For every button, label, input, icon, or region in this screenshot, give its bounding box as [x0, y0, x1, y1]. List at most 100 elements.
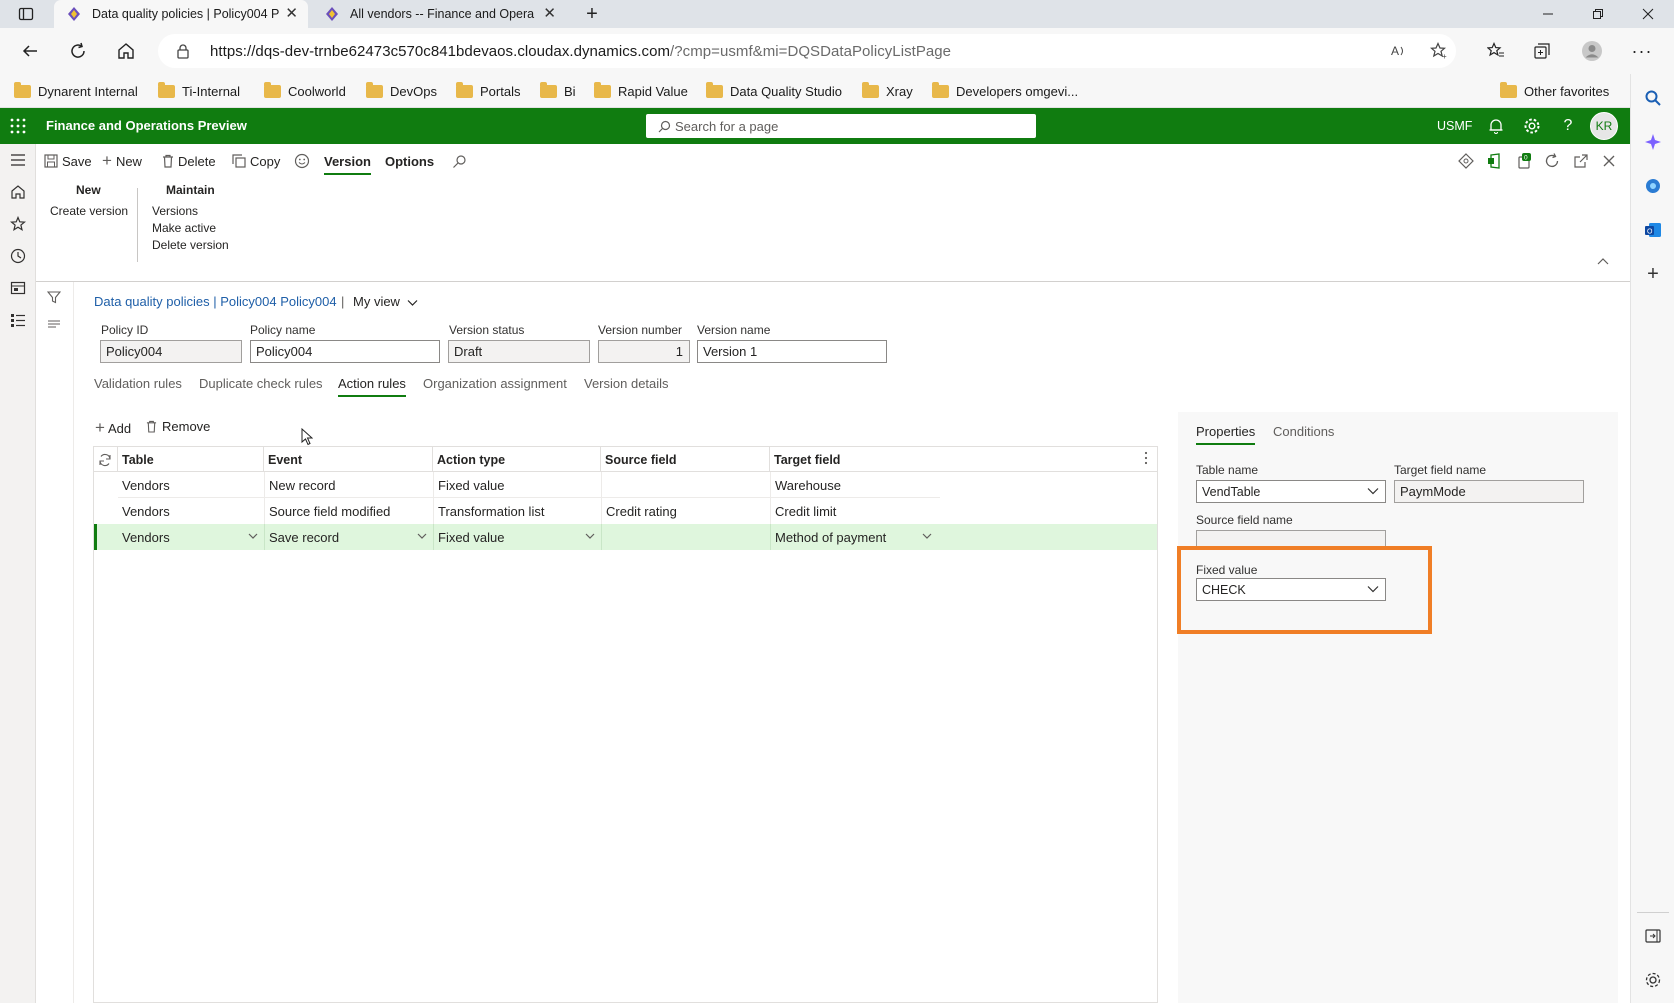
add-button[interactable]: + Add — [95, 418, 131, 438]
column-header-target-field[interactable]: Target field — [770, 447, 1110, 472]
close-tab-icon[interactable]: ✕ — [543, 6, 556, 21]
table-row-selected[interactable]: Vendors Save record Fixed value Method o… — [94, 524, 1157, 550]
favorite-folder[interactable]: Bi — [540, 81, 576, 100]
cell-target-field[interactable]: Credit limit — [770, 498, 940, 524]
table-row[interactable]: Vendors Source field modified Transforma… — [94, 498, 1157, 524]
cell-table[interactable]: Vendors — [118, 524, 264, 550]
favorite-folder[interactable]: Developers omgevi... — [932, 81, 1078, 100]
cell-table[interactable]: Vendors — [118, 498, 264, 524]
sidebar-settings-icon[interactable] — [1643, 970, 1663, 990]
add-sidebar-app-icon[interactable]: + — [1643, 263, 1663, 285]
favorite-folder[interactable]: DevOps — [366, 81, 437, 100]
find-icon[interactable] — [452, 150, 467, 172]
version-number-field[interactable]: 1 — [598, 340, 690, 363]
grid-column-options-icon[interactable] — [1144, 451, 1150, 465]
column-header-table[interactable]: Table — [118, 447, 264, 472]
browser-tab-vendors[interactable]: All vendors -- Finance and Opera ✕ — [314, 0, 566, 28]
workspaces-icon[interactable] — [8, 278, 28, 298]
list-lines-icon[interactable] — [47, 318, 61, 330]
column-header-action-type[interactable]: Action type — [433, 447, 601, 472]
attachments-badge-icon[interactable]: 0 — [1516, 150, 1532, 172]
close-page-icon[interactable] — [1602, 150, 1616, 172]
open-new-window-icon[interactable] — [1573, 150, 1589, 172]
tab-duplicate-check-rules[interactable]: Duplicate check rules — [199, 376, 323, 391]
version-name-field[interactable]: Version 1 — [697, 340, 887, 363]
filter-icon[interactable] — [47, 290, 61, 304]
recent-clock-icon[interactable] — [8, 246, 28, 266]
settings-gear-icon[interactable] — [1522, 116, 1542, 136]
address-bar[interactable]: https://dqs-dev-trnbe62473c570c841bdevao… — [158, 34, 1456, 68]
grid-refresh-icon[interactable] — [94, 447, 118, 472]
tab-conditions[interactable]: Conditions — [1273, 424, 1334, 439]
tab-version[interactable]: Version — [324, 150, 371, 175]
target-field-name-field[interactable]: PaymMode — [1394, 480, 1584, 503]
home-icon[interactable] — [114, 39, 138, 63]
hide-sidebar-icon[interactable] — [1643, 926, 1663, 946]
chevron-down-icon[interactable] — [248, 533, 258, 540]
cell-action-type[interactable]: Transformation list — [433, 498, 601, 524]
home-icon[interactable] — [8, 182, 28, 202]
page-search-input[interactable]: Search for a page — [646, 114, 1036, 138]
office-integration-icon[interactable] — [1458, 150, 1474, 172]
browser-tab-policy[interactable]: Data quality policies | Policy004 P ✕ — [54, 0, 308, 28]
modules-list-icon[interactable] — [8, 310, 28, 330]
favorite-folder[interactable]: Xray — [862, 81, 913, 100]
favorite-folder[interactable]: Dynarent Internal — [14, 81, 138, 100]
create-version-button[interactable]: Create version — [50, 204, 128, 218]
tab-options[interactable]: Options — [385, 150, 434, 172]
favorite-folder[interactable]: Rapid Value — [594, 81, 688, 100]
app-title[interactable]: Finance and Operations Preview — [46, 118, 247, 133]
tab-organization-assignment[interactable]: Organization assignment — [423, 376, 567, 391]
copilot-icon[interactable] — [1643, 132, 1663, 152]
user-avatar[interactable]: KR — [1590, 112, 1618, 140]
tab-version-details[interactable]: Version details — [584, 376, 669, 391]
close-window-icon[interactable] — [1638, 4, 1658, 24]
column-header-event[interactable]: Event — [264, 447, 433, 472]
read-aloud-icon[interactable]: A — [1390, 42, 1408, 60]
chevron-down-icon[interactable] — [922, 533, 932, 540]
collapse-pane-chevron-icon[interactable] — [1596, 250, 1610, 272]
cell-source-field[interactable] — [601, 524, 770, 550]
restore-icon[interactable] — [1588, 4, 1608, 24]
policy-name-field[interactable]: Policy004 — [250, 340, 440, 363]
save-button[interactable]: Save — [44, 150, 92, 172]
profile-icon[interactable] — [1580, 39, 1604, 63]
remove-button[interactable]: Remove — [146, 419, 210, 434]
cell-action-type[interactable]: Fixed value — [433, 472, 601, 498]
column-header-source-field[interactable]: Source field — [601, 447, 770, 472]
favorite-folder[interactable]: Portals — [456, 81, 520, 100]
add-favorite-icon[interactable]: + — [1430, 42, 1448, 60]
favorites-star-icon[interactable] — [8, 214, 28, 234]
cell-action-type[interactable]: Fixed value — [433, 524, 601, 550]
cell-event[interactable]: Source field modified — [264, 498, 433, 524]
new-button[interactable]: + New — [102, 150, 142, 172]
office-app-icon[interactable] — [1487, 150, 1503, 172]
cell-source-field[interactable] — [601, 472, 770, 498]
apps-icon[interactable] — [1643, 176, 1663, 196]
versions-button[interactable]: Versions — [152, 204, 198, 218]
tab-properties[interactable]: Properties — [1196, 424, 1256, 445]
tab-actions-icon[interactable] — [16, 4, 36, 24]
minimize-icon[interactable] — [1538, 4, 1558, 24]
breadcrumb[interactable]: Data quality policies | Policy004 Policy… — [94, 294, 337, 309]
app-launcher-icon[interactable] — [8, 116, 28, 136]
view-selector[interactable]: My view — [353, 294, 418, 309]
lock-icon[interactable] — [176, 43, 190, 59]
new-tab-icon[interactable]: + — [582, 3, 602, 25]
search-icon[interactable] — [1643, 88, 1663, 108]
version-status-field[interactable]: Draft — [448, 340, 590, 363]
company-picker[interactable]: USMF — [1437, 119, 1472, 133]
cell-target-field[interactable]: Warehouse — [770, 472, 940, 498]
collections-icon[interactable] — [1530, 39, 1554, 63]
favorites-icon[interactable] — [1484, 39, 1508, 63]
delete-button[interactable]: Delete — [162, 150, 216, 172]
refresh-icon[interactable] — [1544, 150, 1560, 172]
cell-target-field[interactable]: Method of payment — [770, 524, 940, 550]
tab-validation-rules[interactable]: Validation rules — [94, 376, 182, 391]
close-tab-icon[interactable]: ✕ — [285, 6, 298, 21]
cell-event[interactable]: New record — [264, 472, 433, 498]
feedback-smiley-icon[interactable] — [294, 150, 310, 172]
cell-event[interactable]: Save record — [264, 524, 433, 550]
copy-button[interactable]: Copy — [232, 150, 280, 172]
policy-id-field[interactable]: Policy004 — [100, 340, 242, 363]
